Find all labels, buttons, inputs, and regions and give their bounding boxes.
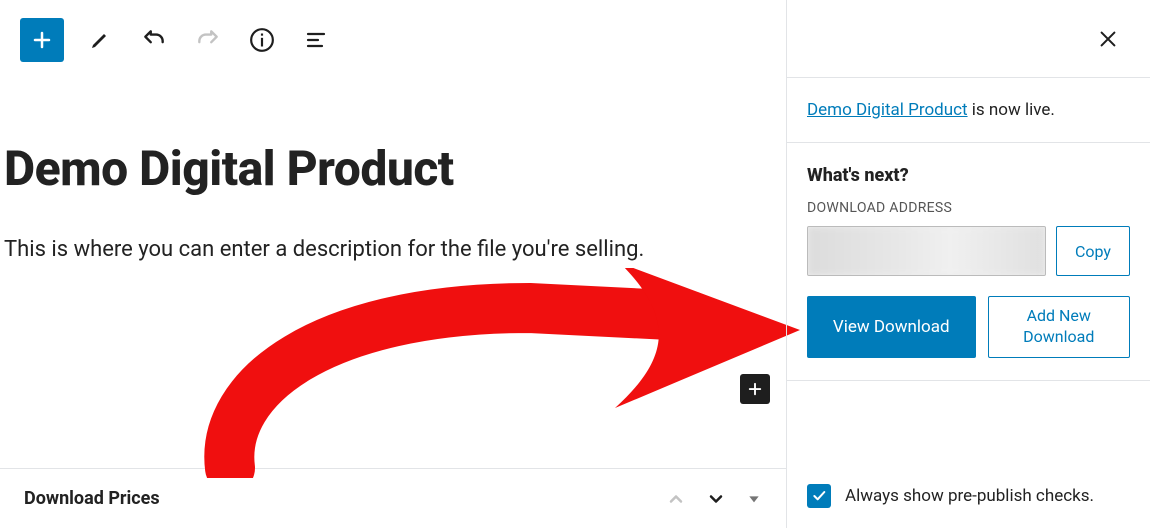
info-icon — [249, 27, 275, 53]
plus-icon — [746, 380, 764, 398]
chevron-up-icon — [666, 489, 686, 509]
editor-content: Demo Digital Product This is where you c… — [0, 140, 786, 262]
publish-sidebar: Demo Digital Product is now live. What's… — [786, 0, 1150, 528]
prepublish-checkbox[interactable] — [807, 484, 831, 508]
undo-button[interactable] — [136, 22, 172, 58]
add-new-line1: Add New — [1027, 306, 1091, 327]
download-address-label: DOWNLOAD ADDRESS — [807, 200, 1130, 216]
add-block-button[interactable] — [20, 18, 64, 62]
add-new-line2: Download — [1023, 327, 1094, 348]
sidebar-header — [787, 0, 1150, 78]
redo-icon — [195, 27, 221, 53]
move-down-button[interactable] — [706, 489, 726, 509]
add-block-inline-button[interactable] — [740, 374, 770, 404]
download-prices-panel[interactable]: Download Prices — [0, 468, 786, 528]
download-address-field[interactable] — [807, 226, 1046, 276]
triangle-down-icon — [746, 491, 762, 507]
editor-main: Demo Digital Product This is where you c… — [0, 0, 786, 528]
outline-icon — [304, 28, 328, 52]
publish-notice: Demo Digital Product is now live. — [787, 78, 1150, 143]
panel-toggle-button[interactable] — [746, 491, 762, 507]
pencil-icon — [88, 28, 112, 52]
view-download-button[interactable]: View Download — [807, 296, 976, 358]
annotation-arrow — [200, 268, 810, 478]
info-button[interactable] — [244, 22, 280, 58]
copy-button[interactable]: Copy — [1056, 226, 1130, 276]
panel-controls — [666, 489, 762, 509]
plus-icon — [30, 28, 54, 52]
undo-icon — [141, 27, 167, 53]
post-content-paragraph[interactable]: This is where you can enter a descriptio… — [4, 237, 782, 262]
panel-title: Download Prices — [24, 488, 666, 509]
prepublish-checkbox-row: Always show pre-publish checks. — [807, 484, 1094, 508]
prepublish-checkbox-label: Always show pre-publish checks. — [845, 486, 1094, 506]
post-title-input[interactable]: Demo Digital Product — [4, 140, 782, 197]
whats-next-heading: What's next? — [807, 165, 1130, 186]
add-new-download-button[interactable]: Add New Download — [988, 296, 1131, 358]
view-live-link[interactable]: Demo Digital Product — [807, 100, 968, 120]
editor-toolbar — [0, 0, 786, 80]
outline-button[interactable] — [298, 22, 334, 58]
close-sidebar-button[interactable] — [1090, 21, 1126, 57]
publish-notice-text: is now live. — [968, 100, 1055, 120]
edit-tool-button[interactable] — [82, 22, 118, 58]
close-icon — [1097, 28, 1119, 50]
chevron-down-icon — [706, 489, 726, 509]
check-icon — [811, 488, 827, 504]
blurred-content — [808, 227, 1045, 275]
whats-next-section: What's next? DOWNLOAD ADDRESS Copy View … — [787, 143, 1150, 381]
redo-button[interactable] — [190, 22, 226, 58]
move-up-button[interactable] — [666, 489, 686, 509]
